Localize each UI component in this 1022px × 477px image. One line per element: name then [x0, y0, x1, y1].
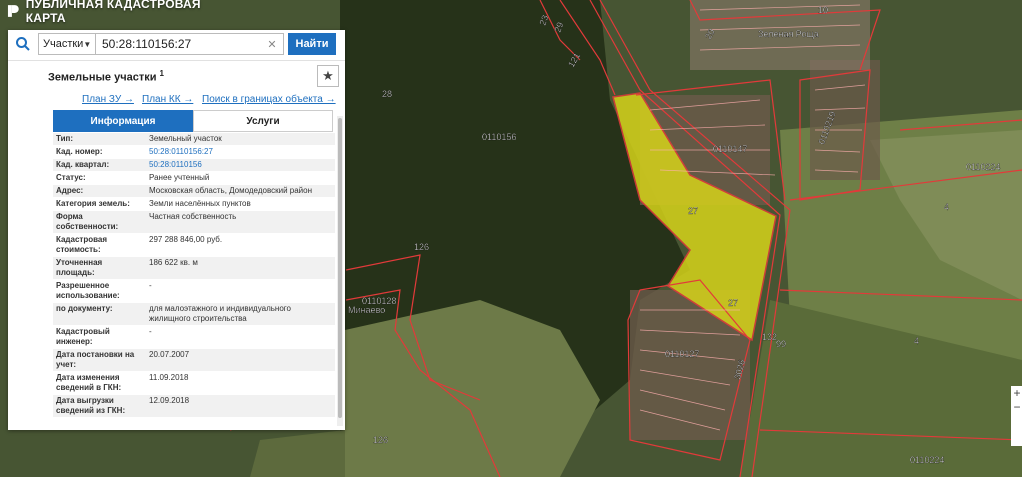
table-row: Кад. квартал: 50:28:0110156 — [53, 159, 335, 172]
panel-header: Земельные участки 1 ★ — [8, 60, 345, 91]
svg-text:0110224: 0110224 — [910, 455, 944, 465]
search-type-value: Участки — [43, 38, 84, 50]
svg-text:0110156: 0110156 — [482, 132, 516, 142]
cad-number-link[interactable]: 50:28:0110156:27 — [146, 146, 335, 158]
panel-scrollbar-thumb[interactable] — [338, 118, 342, 418]
logo-icon — [7, 5, 19, 17]
svg-text:126: 126 — [373, 435, 388, 445]
svg-text:0110127: 0110127 — [665, 349, 699, 359]
result-count: 1 — [159, 69, 164, 78]
panel-title: Земельные участки 1 — [48, 69, 164, 84]
svg-text:27: 27 — [688, 206, 698, 216]
search-icon[interactable] — [8, 30, 38, 58]
table-row: Дата изменения сведений в ГКН: 11.09.2018 — [53, 372, 335, 395]
svg-text:4: 4 — [914, 336, 919, 346]
tab-info[interactable]: Информация — [53, 110, 193, 132]
app-header: ПУБЛИЧНАЯ КАДАСТРОВАЯ КАРТА — [0, 0, 240, 25]
svg-text:99: 99 — [776, 339, 786, 349]
table-row: Кадастровая стоимость: 297 288 846,00 руб… — [53, 234, 335, 257]
object-links: План ЗУ → План КК → Поиск в границах объ… — [8, 94, 345, 108]
table-row: Разрешенное использование: - — [53, 280, 335, 303]
table-row: Форма собственности: Частная собственност… — [53, 211, 335, 234]
svg-text:10: 10 — [818, 5, 828, 15]
attributes-table: Тип: Земельный участок Кад. номер: 50:28:0… — [53, 133, 335, 418]
link-search-bounds[interactable]: Поиск в границах объекта → — [202, 94, 336, 105]
table-row: Статус: Ранее учтенный — [53, 172, 335, 185]
favorite-star-icon[interactable]: ★ — [317, 65, 339, 87]
svg-text:4: 4 — [944, 202, 949, 212]
table-row: Категория земель: Земли населённых пункто… — [53, 198, 335, 211]
table-row: Адрес: Московская область, Домодедовский … — [53, 185, 335, 198]
zoom-control: + − — [1011, 386, 1022, 446]
close-icon[interactable]: ✕ — [264, 33, 280, 55]
svg-text:Минаево: Минаево — [348, 305, 385, 315]
cad-quarter-link[interactable]: 50:28:0110156 — [146, 159, 335, 171]
svg-text:132: 132 — [762, 332, 777, 342]
table-row: Дата постановки на учет: 20.07.2007 — [53, 349, 335, 372]
search-type-dropdown[interactable]: Участки ▼ — [38, 33, 96, 55]
svg-text:126: 126 — [414, 242, 429, 252]
search-input[interactable] — [96, 33, 284, 55]
tab-bar: Информация Услуги — [53, 110, 333, 132]
svg-text:Зеленая Роща: Зеленая Роща — [758, 29, 819, 39]
table-row: по документу: для малоэтажного и индивиду… — [53, 303, 335, 326]
app-title: ПУБЛИЧНАЯ КАДАСТРОВАЯ КАРТА — [25, 0, 201, 25]
table-row: Дата выгрузки сведений из ГКН: 12.09.2018 — [53, 395, 335, 418]
zoom-out-button[interactable]: − — [1011, 400, 1022, 414]
search-bar: Участки ▼ ✕ Найти — [8, 30, 345, 58]
table-row: Уточненная площадь: 186 622 кв. м — [53, 257, 335, 280]
tab-services[interactable]: Услуги — [193, 110, 333, 132]
table-row: Кадастровый инженер: - — [53, 326, 335, 349]
svg-text:28: 28 — [382, 89, 392, 99]
table-row: Кад. номер: 50:28:0110156:27 — [53, 146, 335, 159]
link-plan-zu[interactable]: План ЗУ → — [82, 94, 134, 105]
svg-text:0110147: 0110147 — [713, 144, 747, 154]
table-row: Тип: Земельный участок — [53, 133, 335, 146]
svg-text:0110224: 0110224 — [966, 162, 1000, 172]
chevron-down-icon: ▼ — [83, 39, 92, 49]
info-panel: Участки ▼ ✕ Найти Земельные участки1 ★ П… — [8, 30, 345, 430]
link-plan-kk[interactable]: План КК → — [142, 94, 193, 105]
zoom-in-button[interactable]: + — [1011, 386, 1022, 400]
find-button[interactable]: Найти — [288, 33, 336, 55]
svg-text:27: 27 — [728, 298, 738, 308]
